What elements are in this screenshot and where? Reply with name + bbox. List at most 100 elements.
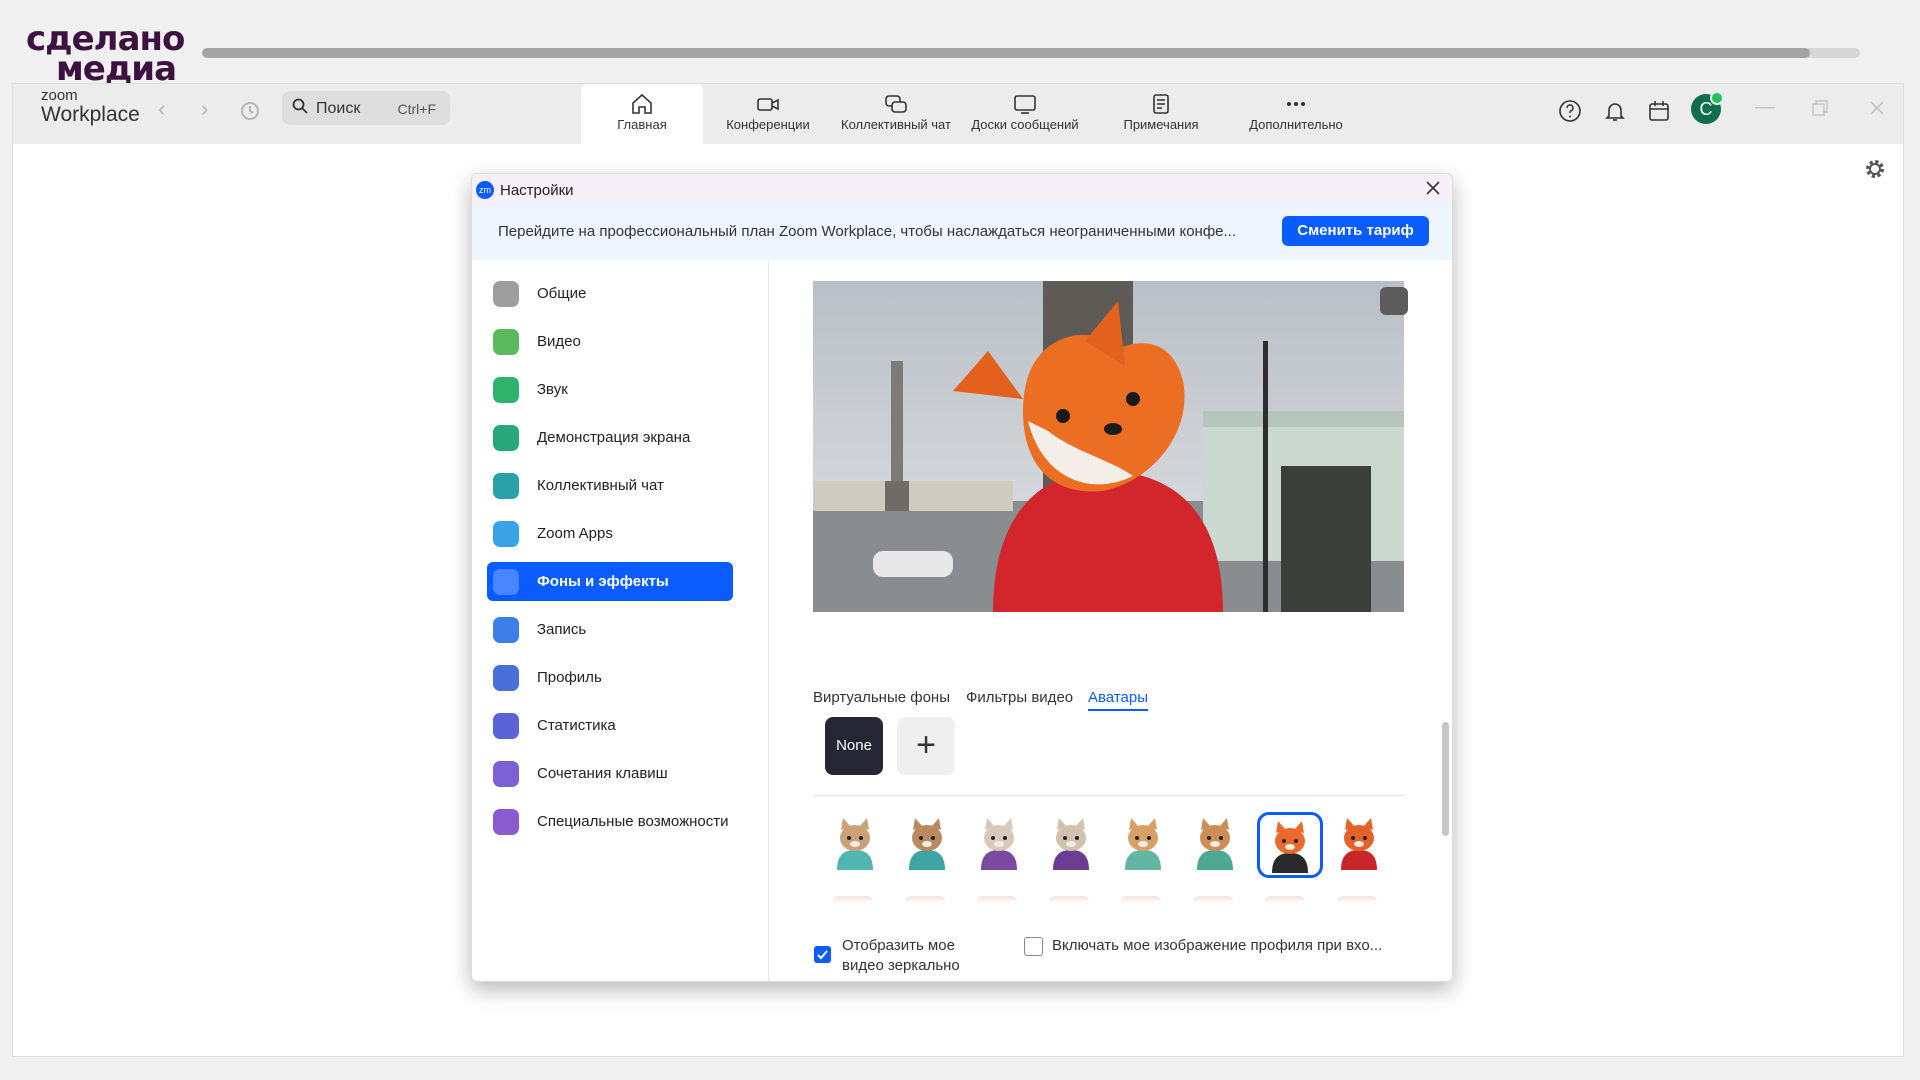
cat-avatar[interactable] (897, 812, 957, 874)
dog-avatar[interactable] (1185, 812, 1245, 874)
tab-whiteboards[interactable]: Доски сообщений (963, 84, 1087, 144)
avatar-row-2-item[interactable] (1121, 896, 1161, 904)
tab-more[interactable]: Дополнительно (1231, 84, 1361, 144)
more-icon (1287, 102, 1305, 106)
logo-workplace: Workplace (41, 103, 140, 126)
screen-share-icon (493, 425, 519, 451)
tab-avatars[interactable]: Аватары (1088, 689, 1148, 711)
close-dialog-icon[interactable] (1424, 179, 1442, 197)
close-window-icon[interactable] (1869, 100, 1885, 116)
upgrade-button[interactable]: Сменить тариф (1282, 216, 1429, 246)
sidebar-item-share-screen[interactable]: Демонстрация экрана (487, 418, 733, 457)
sidebar-item-accessibility[interactable]: Специальные возможности (487, 802, 733, 841)
pip-toggle-icon[interactable] (1380, 287, 1408, 315)
cat-avatar-image (909, 818, 945, 870)
fox-avatar[interactable] (1257, 812, 1323, 878)
tab-virtual-backgrounds[interactable]: Виртуальные фоны (813, 689, 950, 706)
add-avatar-button[interactable]: + (897, 717, 955, 775)
mirror-video-label: Отобразить мое видео зеркально (842, 937, 960, 974)
avatar-row-2-item[interactable] (1193, 896, 1233, 904)
sidebar-item-label: Общие (537, 285, 587, 302)
tab-label: Коллективный чат (841, 117, 951, 132)
bell-icon[interactable] (1601, 97, 1629, 125)
cat-avatar-image (837, 818, 873, 870)
avatar-row-2-item[interactable] (1337, 896, 1377, 904)
help-icon[interactable] (1556, 97, 1584, 125)
user-avatar[interactable]: C (1691, 91, 1724, 124)
dialog-title-bar: zm Настройки (472, 174, 1452, 204)
fox-avatar[interactable] (1329, 812, 1389, 874)
sidebar-item-audio[interactable]: Звук (487, 370, 733, 409)
cat-avatar[interactable] (825, 812, 885, 874)
search-icon (292, 98, 308, 114)
minimize-icon[interactable]: — (1755, 96, 1775, 119)
search-box[interactable]: Поиск Ctrl+F (282, 91, 450, 125)
profile-picture-label: Включать мое изображение профиля при вхо… (1052, 937, 1383, 954)
chat-icon (885, 95, 907, 113)
avatar-none-button[interactable]: None (825, 717, 883, 775)
logo-zoom: zoom (41, 87, 78, 104)
background-icon (493, 569, 519, 595)
avatar-row-2-item[interactable] (1265, 896, 1305, 904)
sidebar-item-label: Запись (537, 621, 587, 638)
cow-avatar[interactable] (1041, 812, 1101, 874)
statistics-icon (493, 713, 519, 739)
avatar-row-2-item[interactable] (833, 896, 873, 904)
sidebar-item-general[interactable]: Общие (487, 274, 733, 313)
search-placeholder: Поиск (316, 100, 361, 117)
video-preview (813, 281, 1404, 612)
chat-icon (493, 473, 519, 499)
mirror-video-checkbox[interactable] (814, 946, 831, 963)
settings-gear-icon[interactable] (1864, 158, 1886, 180)
cow-avatar[interactable] (969, 812, 1029, 874)
cow-avatar-image (1053, 818, 1089, 870)
sidebar-item-label: Сочетания клавиш (537, 765, 668, 782)
dog-avatar-image (1125, 818, 1161, 870)
sidebar-item-profile[interactable]: Профиль (487, 658, 733, 697)
tab-notes[interactable]: Примечания (1107, 84, 1215, 144)
tab-meetings[interactable]: Конференции (713, 84, 823, 144)
app-logo: zoom Workplace (41, 88, 140, 126)
fox-avatar-image (1341, 818, 1377, 870)
sidebar-item-shortcuts[interactable]: Сочетания клавиш (487, 754, 733, 793)
apps-icon (493, 521, 519, 547)
sidebar-item-backgrounds[interactable]: Фоны и эффекты (487, 562, 733, 601)
settings-sidebar: Общие Видео Звук Демонстрация экрана Кол… (472, 260, 769, 981)
whiteboard-icon (1014, 95, 1036, 114)
search-shortcut: Ctrl+F (397, 101, 437, 117)
back-arrow-icon[interactable]: ‹ (158, 96, 165, 122)
video-camera-icon (757, 98, 779, 111)
history-icon[interactable] (239, 100, 261, 122)
profile-icon (493, 665, 519, 691)
restore-icon[interactable] (1812, 100, 1828, 116)
video-icon (493, 329, 519, 355)
accessibility-icon (493, 809, 519, 835)
sidebar-item-label: Профиль (537, 669, 602, 686)
sidebar-item-video[interactable]: Видео (487, 322, 733, 361)
forward-arrow-icon[interactable]: › (201, 96, 208, 122)
video-progress-bar[interactable] (202, 48, 1860, 58)
fox-avatar-image (1272, 821, 1308, 873)
dog-avatar[interactable] (1113, 812, 1173, 874)
dog-avatar-image (1197, 818, 1233, 870)
divider (813, 795, 1404, 796)
record-icon (493, 617, 519, 643)
sidebar-item-zoom-apps[interactable]: Zoom Apps (487, 514, 733, 553)
sidebar-item-label: Специальные возможности (537, 813, 729, 830)
tab-team-chat[interactable]: Коллективный чат (831, 84, 961, 144)
banner-text: Перейдите на профессиональный план Zoom … (498, 223, 1237, 240)
tab-home[interactable]: Главная (581, 84, 703, 144)
tab-video-filters[interactable]: Фильтры видео (966, 689, 1073, 706)
scrollbar-thumb[interactable] (1442, 722, 1449, 836)
avatar-row-2-item[interactable] (1049, 896, 1089, 904)
sidebar-item-label: Фоны и эффекты (537, 573, 669, 590)
avatar-row-2-item[interactable] (977, 896, 1017, 904)
calendar-icon[interactable] (1645, 97, 1673, 125)
profile-picture-checkbox[interactable] (1024, 937, 1043, 956)
avatar-grid (813, 804, 1404, 952)
sidebar-item-recording[interactable]: Запись (487, 610, 733, 649)
sidebar-item-statistics[interactable]: Статистика (487, 706, 733, 745)
avatar-row-2-item[interactable] (905, 896, 945, 904)
sidebar-item-label: Звук (537, 381, 568, 398)
sidebar-item-team-chat[interactable]: Коллективный чат (487, 466, 733, 505)
